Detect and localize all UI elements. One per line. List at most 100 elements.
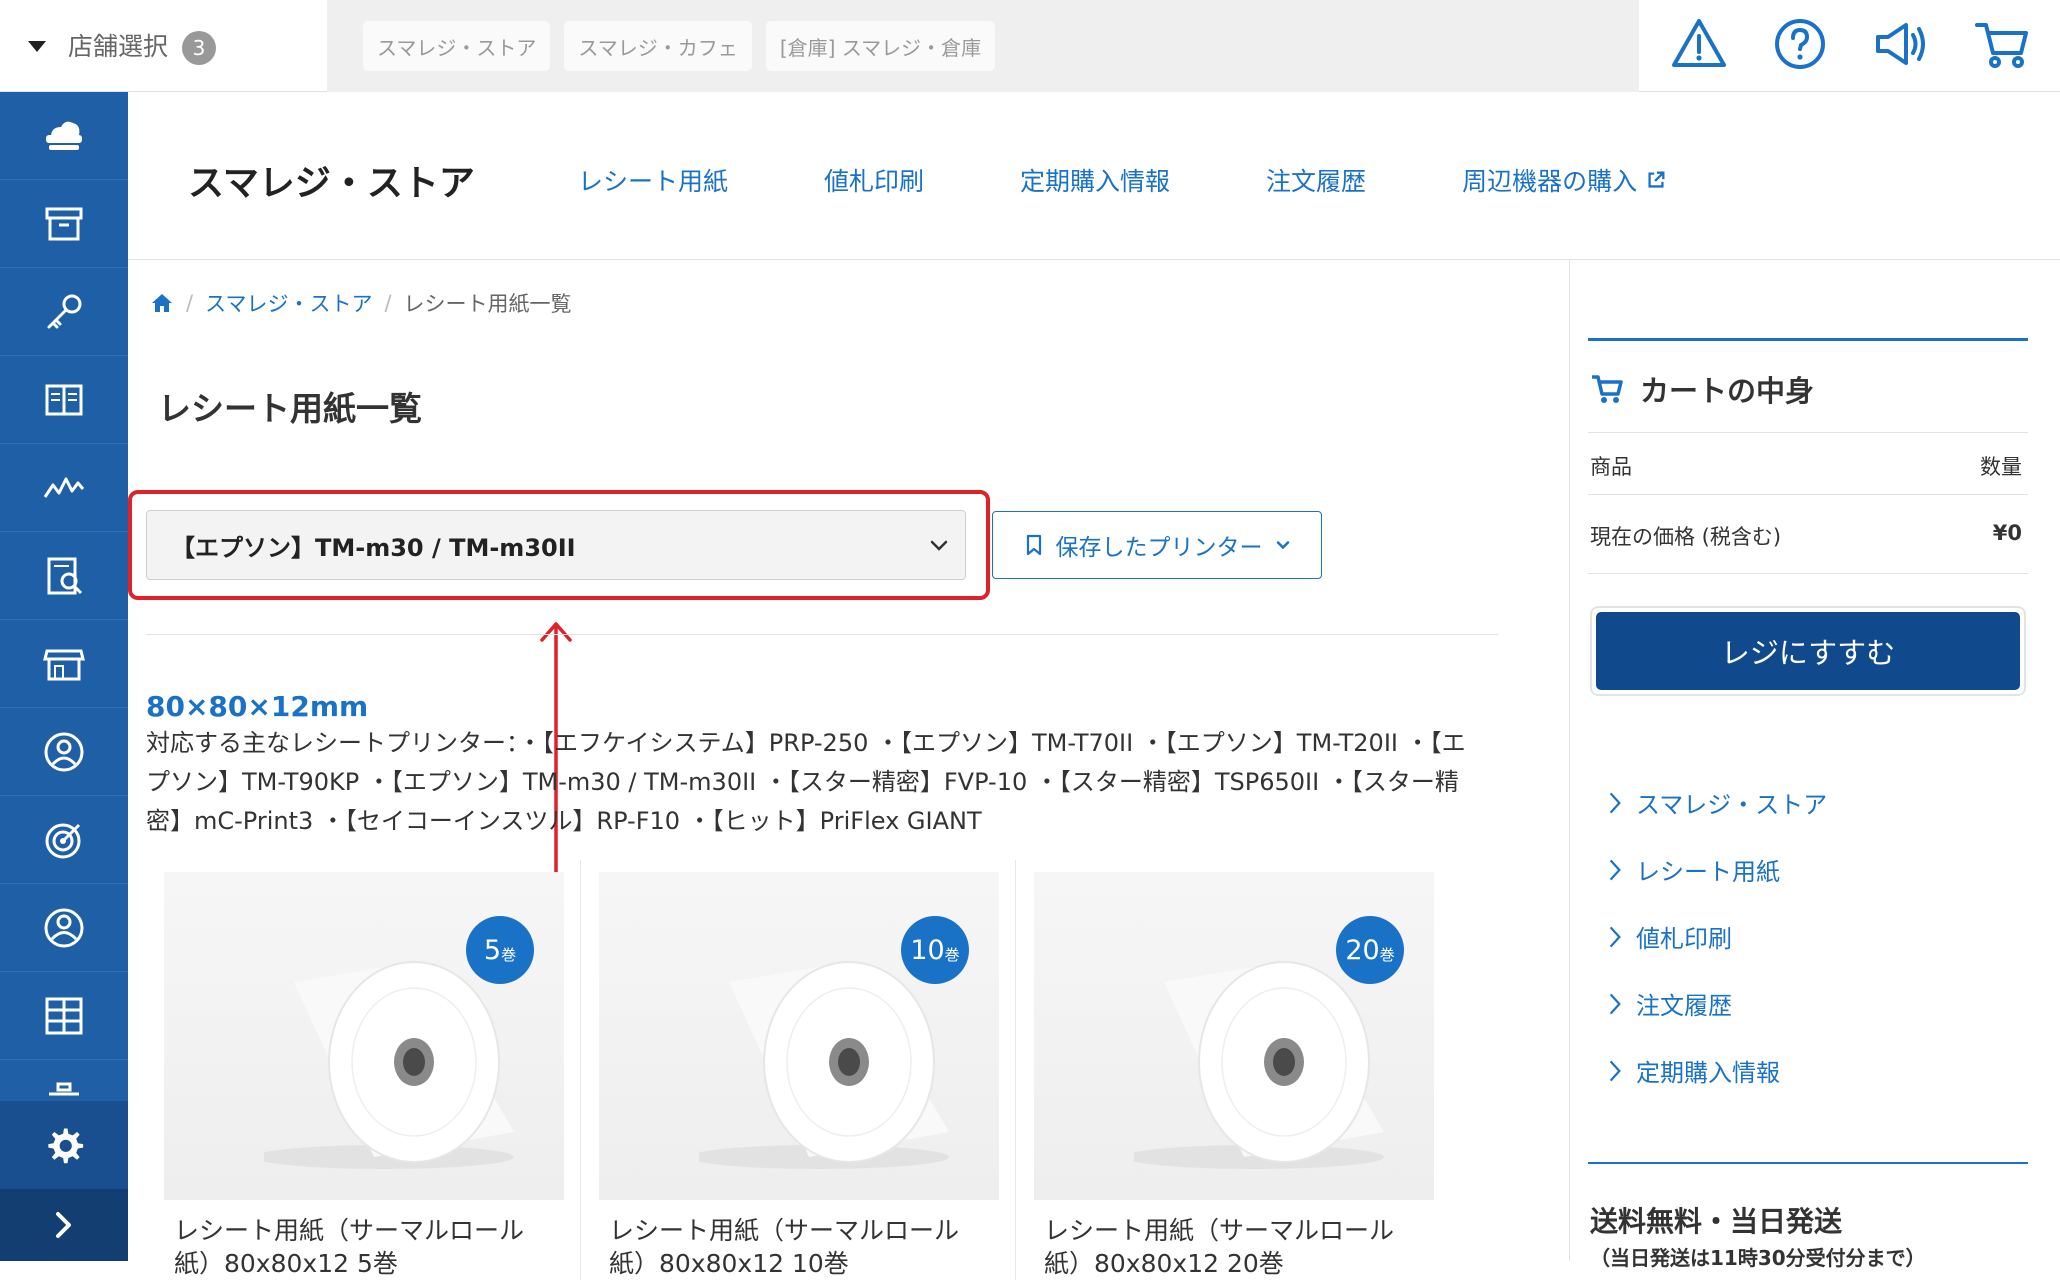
saved-printer-button[interactable]: 保存したプリンター	[992, 511, 1322, 579]
store-header: スマレジ・ストア レシート用紙 値札印刷 定期購入情報 注文履歴 周辺機器の購入	[128, 92, 2060, 260]
sidebar-item-customer[interactable]	[0, 708, 128, 796]
breadcrumb-store-link[interactable]: スマレジ・ストア	[205, 288, 372, 318]
chevron-down-icon	[1276, 541, 1289, 550]
sidebar-expand-button[interactable]	[0, 1189, 128, 1261]
store-icon	[43, 649, 85, 680]
nav-order-history[interactable]: 注文履歴	[1266, 162, 1366, 198]
side-link-store[interactable]: スマレジ・ストア	[1608, 784, 1827, 821]
breadcrumb-current: レシート用紙一覧	[403, 292, 572, 316]
product-image: 5巻	[164, 872, 564, 1200]
cart-top-rule	[1588, 338, 2028, 341]
store-count-badge: 3	[181, 31, 216, 65]
sidebar-item-analytics[interactable]	[0, 444, 128, 532]
analytics-icon	[43, 477, 85, 498]
saved-printer-label: 保存したプリンター	[1055, 535, 1263, 561]
section-divider	[146, 634, 1498, 635]
caret-down-icon	[28, 40, 46, 52]
side-link-subscription[interactable]: 定期購入情報	[1608, 1052, 1827, 1089]
product-image: 20 巻	[1034, 872, 1434, 1200]
store-chip[interactable]: スマレジ・ストア	[363, 21, 551, 71]
nav-subscription-info[interactable]: 定期購入情報	[1020, 162, 1170, 198]
selected-stores-area: スマレジ・ストア スマレジ・カフェ [倉庫] スマレジ・倉庫	[327, 0, 1639, 92]
cart-icon	[1592, 375, 1623, 403]
cloud-register-icon	[46, 121, 82, 150]
quantity-badge: 20 巻	[1336, 916, 1404, 984]
product-name[interactable]: レシート用紙（サーマルロール 紙）80x80x12 5巻	[164, 1214, 562, 1280]
compatible-printers-text: 対応する主なレシートプリンター：・【エフケイシステム】PRP-250 ・【エプソ…	[146, 729, 1466, 835]
product-name[interactable]: レシート用紙（サーマルロール 紙）80x80x12 20巻	[1034, 1214, 1433, 1280]
sidebar-item-user[interactable]	[0, 884, 128, 972]
briefcase-icon	[49, 1082, 79, 1096]
external-link-icon	[1648, 171, 1665, 188]
product-card[interactable]: 5巻 レシート用紙（サーマルロール 紙）80x80x12 5巻	[146, 860, 581, 1280]
shipping-title: 送料無料・当日発送	[1590, 1205, 1843, 1238]
cart-col-item: 商品	[1590, 455, 1632, 479]
sidebar-item-target[interactable]	[0, 796, 128, 884]
chevron-right-icon	[1609, 993, 1621, 1014]
checkout-button-wrap: レジにすすむ	[1590, 606, 2026, 696]
product-name[interactable]: レシート用紙（サーマルロール 紙）80x80x12 10巻	[599, 1214, 997, 1280]
help-icon[interactable]	[1771, 15, 1829, 77]
cart-col-qty: 数量	[1980, 455, 2022, 479]
sidebar-item-key[interactable]	[0, 268, 128, 356]
sidebar-item-store[interactable]	[0, 620, 128, 708]
chevron-right-icon	[56, 1212, 71, 1238]
store-chip[interactable]: スマレジ・カフェ	[564, 21, 752, 71]
breadcrumb-separator: /	[384, 291, 392, 315]
checkout-button[interactable]: レジにすすむ	[1596, 612, 2020, 690]
inventory-box-icon	[45, 207, 83, 240]
store-select-dropdown[interactable]: 店舗選択 3	[0, 0, 327, 92]
page-title: レシート用紙一覧	[158, 389, 422, 428]
announcement-icon[interactable]	[1872, 15, 1930, 77]
cart-icon[interactable]	[1973, 15, 2031, 77]
sidebar-bottom	[0, 1101, 128, 1261]
target-icon	[45, 823, 81, 858]
nav-peripheral-purchase[interactable]: 周辺機器の購入	[1462, 162, 1667, 198]
size-heading: 80×80×12mm	[146, 690, 369, 723]
settings-button[interactable]	[0, 1101, 128, 1189]
side-link-receipt-paper[interactable]: レシート用紙	[1608, 851, 1827, 888]
top-bar: 店舗選択 3 スマレジ・ストア スマレジ・カフェ [倉庫] スマレジ・倉庫	[0, 0, 2060, 92]
report-icon	[47, 557, 83, 594]
sidebar-item-apps[interactable]	[0, 972, 128, 1060]
store-chip[interactable]: [倉庫] スマレジ・倉庫	[765, 21, 996, 71]
home-icon[interactable]	[150, 291, 174, 315]
product-image: 10 巻	[599, 872, 999, 1200]
chevron-down-icon	[930, 540, 948, 551]
book-icon	[45, 384, 83, 415]
chevron-right-icon	[1609, 859, 1621, 880]
gear-icon	[48, 1128, 84, 1164]
left-sidebar	[0, 92, 128, 1261]
product-card[interactable]: 10 巻 レシート用紙（サーマルロール 紙）80x80x12 10巻	[581, 860, 1016, 1280]
store-nav: レシート用紙 値札印刷 定期購入情報 注文履歴 周辺機器の購入	[578, 162, 1667, 198]
sidebar-item-briefcase[interactable]	[0, 1060, 128, 1100]
breadcrumb: / スマレジ・ストア / レシート用紙一覧	[150, 288, 572, 318]
cart-bottom-rule	[1588, 1162, 2028, 1164]
shipping-subtitle: （当日発送は11時30分受付分まで）	[1590, 1246, 1926, 1270]
warning-icon[interactable]	[1670, 15, 1728, 77]
cart-price-label: 現在の価格 (税含む)	[1590, 525, 1782, 549]
breadcrumb-separator: /	[186, 291, 194, 315]
printer-select[interactable]: 【エプソン】TM-m30 / TM-m30II	[146, 510, 966, 580]
key-icon	[47, 294, 82, 328]
top-icon-group	[1640, 0, 2060, 92]
store-title: スマレジ・ストア	[188, 163, 475, 204]
sidebar-item-inventory[interactable]	[0, 180, 128, 268]
nav-receipt-paper[interactable]: レシート用紙	[578, 162, 728, 198]
product-card[interactable]: 20 巻 レシート用紙（サーマルロール 紙）80x80x12 20巻	[1016, 860, 1451, 1280]
nav-price-tag-print[interactable]: 値札印刷	[824, 162, 924, 198]
side-link-price-tag-print[interactable]: 値札印刷	[1608, 918, 1827, 955]
side-link-order-history[interactable]: 注文履歴	[1608, 985, 1827, 1022]
user-icon	[44, 908, 84, 947]
quantity-badge: 10 巻	[901, 916, 969, 984]
cart-price-row: 現在の価格 (税含む) ¥0	[1588, 494, 2028, 574]
cart-title-label: カートの中身	[1640, 374, 1815, 408]
cart-panel: カートの中身 商品 数量 現在の価格 (税含む) ¥0 レジにすすむ スマレジ・…	[1570, 260, 2060, 1270]
sidebar-item-book[interactable]	[0, 356, 128, 444]
chevron-right-icon	[1609, 1060, 1621, 1081]
printer-select-value: 【エプソン】TM-m30 / TM-m30II	[171, 533, 576, 562]
apps-icon	[45, 997, 83, 1034]
chevron-right-icon	[1609, 792, 1621, 813]
sidebar-item-register[interactable]	[0, 92, 128, 180]
sidebar-item-report[interactable]	[0, 532, 128, 620]
